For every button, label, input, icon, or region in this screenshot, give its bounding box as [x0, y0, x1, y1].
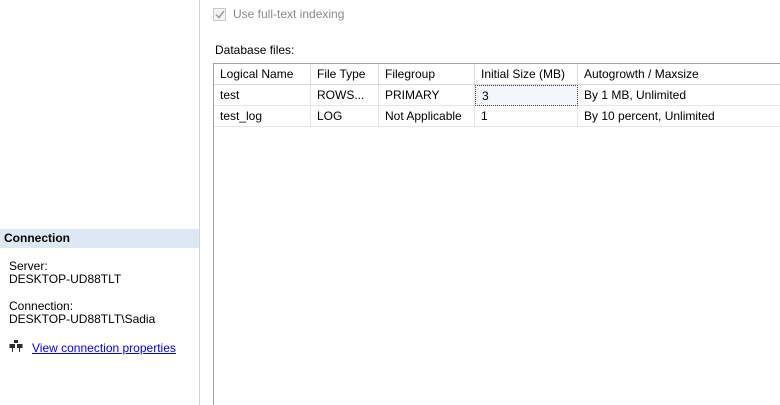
table-row[interactable]: test ROWS... PRIMARY 3 By 1 MB, Unlimite…	[214, 85, 780, 106]
column-header-file-type[interactable]: File Type	[311, 64, 379, 85]
cell-autogrowth[interactable]: By 1 MB, Unlimited	[578, 85, 780, 106]
column-header-autogrowth[interactable]: Autogrowth / Maxsize	[578, 64, 780, 85]
column-header-logical-name[interactable]: Logical Name	[214, 64, 311, 85]
connection-info: Connection: DESKTOP-UD88TLT\Sadia	[9, 300, 155, 326]
fulltext-indexing-label: Use full-text indexing	[233, 7, 345, 21]
connection-properties-row: View connection properties	[9, 340, 176, 355]
plug-icon	[9, 340, 23, 355]
cell-initial-size[interactable]: 3	[475, 85, 578, 106]
fulltext-indexing-checkbox[interactable]	[213, 7, 226, 21]
connection-value: DESKTOP-UD88TLT\Sadia	[9, 312, 156, 326]
view-connection-properties-link[interactable]: View connection properties	[32, 341, 176, 355]
cell-logical-name[interactable]: test	[214, 85, 311, 106]
cell-autogrowth[interactable]: By 10 percent, Unlimited	[578, 106, 780, 127]
cell-logical-name[interactable]: test_log	[214, 106, 311, 127]
database-files-label: Database files:	[215, 43, 295, 57]
column-header-filegroup[interactable]: Filegroup	[379, 64, 475, 85]
cell-filegroup[interactable]: PRIMARY	[379, 85, 475, 106]
server-info: Server: DESKTOP-UD88TLT	[9, 260, 121, 286]
connection-header: Connection	[0, 229, 199, 248]
cell-initial-size[interactable]: 1	[475, 106, 578, 127]
left-pane: Connection Server: DESKTOP-UD88TLT Conne…	[0, 0, 200, 405]
table-row[interactable]: test_log LOG Not Applicable 1 By 10 perc…	[214, 106, 780, 127]
checkmark-icon	[214, 10, 225, 19]
grid-header: Logical Name File Type Filegroup Initial…	[214, 64, 780, 85]
fulltext-indexing-row: Use full-text indexing	[213, 7, 344, 21]
cell-file-type[interactable]: LOG	[311, 106, 379, 127]
server-value: DESKTOP-UD88TLT	[9, 272, 122, 286]
database-files-grid[interactable]: Logical Name File Type Filegroup Initial…	[213, 63, 780, 405]
cell-filegroup[interactable]: Not Applicable	[379, 106, 475, 127]
column-header-initial-size[interactable]: Initial Size (MB)	[475, 64, 578, 85]
cell-file-type[interactable]: ROWS...	[311, 85, 379, 106]
